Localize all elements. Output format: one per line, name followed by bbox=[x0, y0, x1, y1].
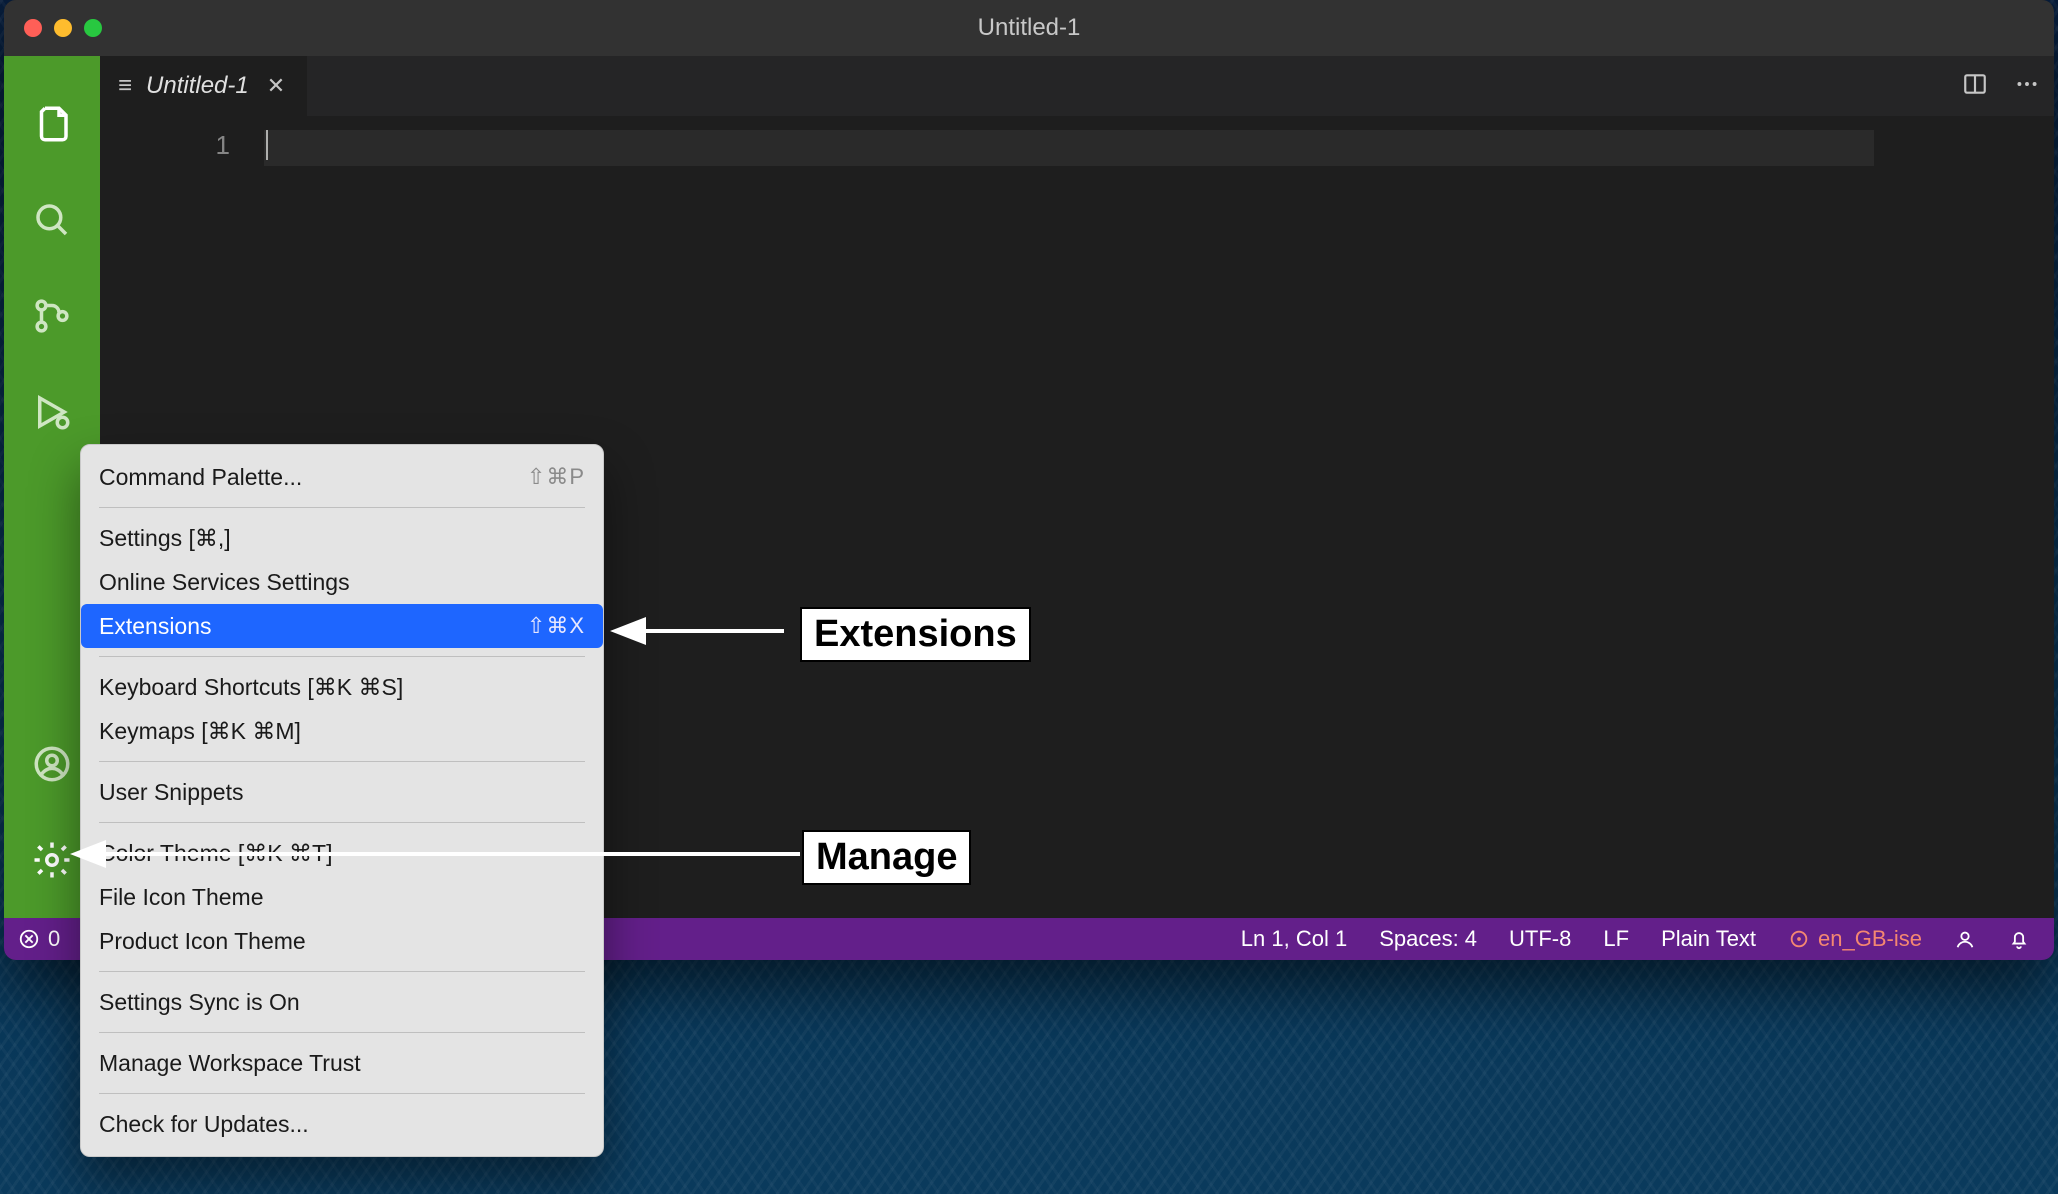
tab-bar: ≡ Untitled-1 ✕ bbox=[100, 56, 2054, 116]
status-line-col[interactable]: Ln 1, Col 1 bbox=[1241, 926, 1347, 952]
menu-item-label: Color Theme [⌘K ⌘T] bbox=[99, 840, 332, 867]
explorer-icon[interactable] bbox=[4, 76, 100, 172]
status-language[interactable]: Plain Text bbox=[1661, 926, 1756, 952]
menu-item-label: Settings Sync is On bbox=[99, 989, 300, 1016]
manage-context-menu: Command Palette... ⇧⌘P Settings [⌘,] Online… bbox=[80, 444, 604, 1157]
menu-item-keymaps-k-m[interactable]: Keymaps [⌘K ⌘M] bbox=[81, 709, 603, 753]
line-number: 1 bbox=[216, 130, 230, 160]
split-editor-icon[interactable] bbox=[1962, 71, 1988, 102]
menu-item-settings[interactable]: Settings [⌘,] bbox=[81, 516, 603, 560]
menu-item-label: Keymaps [⌘K ⌘M] bbox=[99, 718, 301, 745]
menu-item-label: Product Icon Theme bbox=[99, 928, 306, 955]
menu-item-label: Settings [⌘,] bbox=[99, 525, 231, 552]
menu-item-check-for-updates[interactable]: Check for Updates... bbox=[81, 1102, 603, 1146]
menu-item-label: Command Palette... bbox=[99, 464, 302, 491]
menu-item-label: Check for Updates... bbox=[99, 1111, 309, 1138]
menu-separator bbox=[99, 1093, 585, 1094]
status-encoding[interactable]: UTF-8 bbox=[1509, 926, 1571, 952]
menu-item-label: File Icon Theme bbox=[99, 884, 263, 911]
menu-item-label: Keyboard Shortcuts [⌘K ⌘S] bbox=[99, 674, 403, 701]
status-problems[interactable]: 0 bbox=[18, 926, 60, 952]
menu-item-online-services-settings[interactable]: Online Services Settings bbox=[81, 560, 603, 604]
status-eol[interactable]: LF bbox=[1603, 926, 1629, 952]
source-control-icon[interactable] bbox=[4, 268, 100, 364]
status-feedback-icon[interactable] bbox=[1954, 928, 1976, 950]
menu-item-command-palette[interactable]: Command Palette... ⇧⌘P bbox=[81, 455, 603, 499]
status-indentation[interactable]: Spaces: 4 bbox=[1379, 926, 1477, 952]
tab-label: Untitled-1 bbox=[146, 72, 249, 100]
menu-separator bbox=[99, 822, 585, 823]
more-actions-icon[interactable] bbox=[2014, 71, 2040, 102]
titlebar: Untitled-1 bbox=[4, 0, 2054, 56]
search-icon[interactable] bbox=[4, 172, 100, 268]
menu-separator bbox=[99, 761, 585, 762]
menu-separator bbox=[99, 1032, 585, 1033]
status-errors-count: 0 bbox=[48, 926, 60, 952]
menu-separator bbox=[99, 507, 585, 508]
minimap[interactable] bbox=[1874, 116, 2054, 918]
menu-item-extensions[interactable]: Extensions ⇧⌘X bbox=[81, 604, 603, 648]
menu-separator bbox=[99, 656, 585, 657]
menu-item-shortcut: ⇧⌘P bbox=[527, 464, 585, 490]
menu-item-file-icon-theme[interactable]: File Icon Theme bbox=[81, 875, 603, 919]
tab-untitled-1[interactable]: ≡ Untitled-1 ✕ bbox=[100, 56, 307, 116]
menu-item-shortcut: ⇧⌘X bbox=[527, 613, 585, 639]
menu-item-label: Extensions bbox=[99, 613, 212, 640]
file-text-icon: ≡ bbox=[118, 72, 132, 100]
menu-item-product-icon-theme[interactable]: Product Icon Theme bbox=[81, 919, 603, 963]
text-cursor bbox=[266, 130, 268, 160]
menu-item-label: User Snippets bbox=[99, 779, 243, 806]
menu-item-keyboard-shortcuts-k-s[interactable]: Keyboard Shortcuts [⌘K ⌘S] bbox=[81, 665, 603, 709]
menu-separator bbox=[99, 971, 585, 972]
status-spellcheck-lang[interactable]: en_GB-ise bbox=[1788, 926, 1922, 952]
status-notifications-icon[interactable] bbox=[2008, 928, 2030, 950]
menu-item-user-snippets[interactable]: User Snippets bbox=[81, 770, 603, 814]
tab-bar-actions bbox=[1962, 56, 2040, 116]
current-line-highlight bbox=[264, 130, 1874, 166]
window-title: Untitled-1 bbox=[4, 14, 2054, 42]
menu-item-color-theme-k-t[interactable]: Color Theme [⌘K ⌘T] bbox=[81, 831, 603, 875]
menu-item-label: Online Services Settings bbox=[99, 569, 350, 596]
close-tab-icon[interactable]: ✕ bbox=[263, 69, 289, 103]
menu-item-label: Manage Workspace Trust bbox=[99, 1050, 361, 1077]
menu-item-manage-workspace-trust[interactable]: Manage Workspace Trust bbox=[81, 1041, 603, 1085]
menu-item-settings-sync-is-on[interactable]: Settings Sync is On bbox=[81, 980, 603, 1024]
